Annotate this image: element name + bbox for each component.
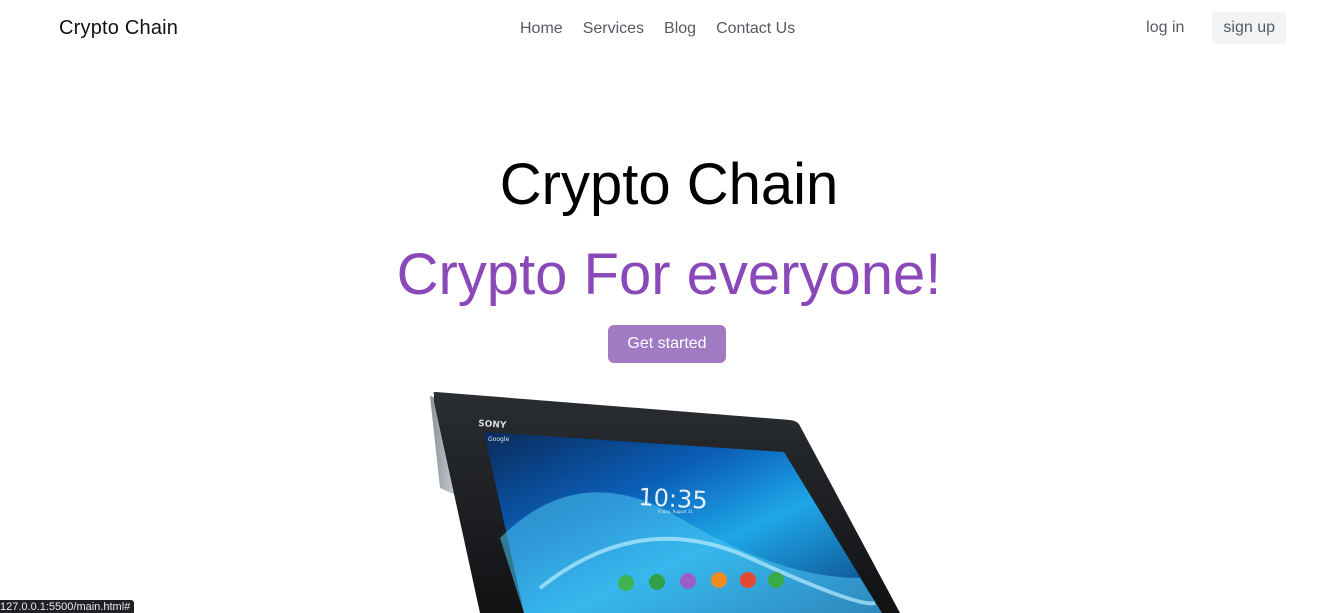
app-icon [618, 575, 634, 591]
signup-button[interactable]: sign up [1212, 12, 1286, 44]
app-icon [740, 572, 756, 588]
hero-tagline: Crypto For everyone! [396, 242, 942, 307]
hero-title: Crypto Chain [499, 152, 839, 217]
nav-link-blog[interactable]: Blog [654, 17, 706, 41]
main-nav-links: Home Services Blog Contact Us [510, 17, 805, 41]
app-icon [768, 572, 784, 588]
nav-link-home[interactable]: Home [510, 17, 573, 41]
top-navbar: Crypto Chain Home Services Blog Contact … [0, 0, 1338, 58]
get-started-button[interactable]: Get started [608, 325, 726, 363]
tablet-hero-image: SONY Google 10:35 Friday, August 31 [430, 392, 900, 613]
google-search-label: Google [488, 436, 509, 443]
nav-link-contact-us[interactable]: Contact Us [706, 17, 805, 41]
status-bar-url: 127.0.0.1:5500/main.html# [0, 600, 135, 613]
nav-link-services[interactable]: Services [573, 17, 654, 41]
auth-buttons: log in sign up [1134, 12, 1286, 44]
app-icon [680, 573, 696, 589]
device-brand-label: SONY [478, 419, 507, 431]
app-icon [649, 574, 665, 590]
brand-logo-link[interactable]: Crypto Chain [59, 17, 178, 40]
device-date: Friday, August 31 [658, 509, 693, 514]
login-button[interactable]: log in [1134, 12, 1196, 44]
app-icon [711, 572, 727, 588]
